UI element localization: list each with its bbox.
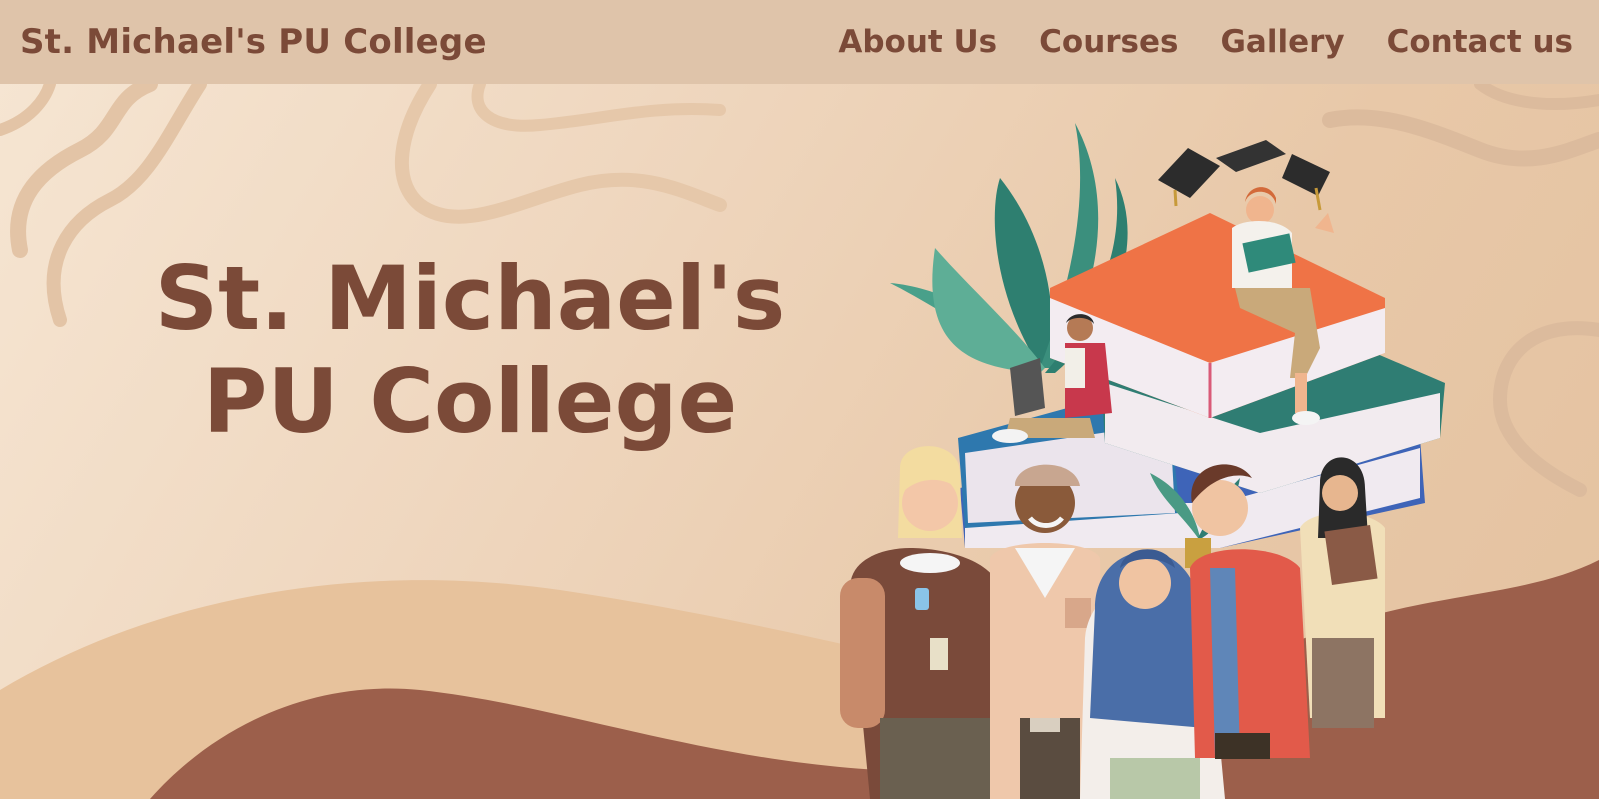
hero-title: St. Michael's PU College	[110, 247, 830, 454]
students-with-books-illustration	[840, 123, 1445, 799]
nav-contact-us[interactable]: Contact us	[1387, 24, 1573, 60]
hero-title-line-2: PU College	[202, 349, 738, 453]
navbar: St. Michael's PU College About Us Course…	[0, 0, 1599, 84]
nav-about-us[interactable]: About Us	[838, 24, 997, 60]
brand-logo-text[interactable]: St. Michael's PU College	[20, 22, 487, 62]
nav-gallery[interactable]: Gallery	[1220, 24, 1344, 60]
nav-courses[interactable]: Courses	[1039, 24, 1178, 60]
hero-title-line-1: St. Michael's	[154, 247, 786, 350]
graduation-caps	[1158, 140, 1330, 211]
main-nav: About Us Courses Gallery Contact us	[838, 24, 1573, 60]
